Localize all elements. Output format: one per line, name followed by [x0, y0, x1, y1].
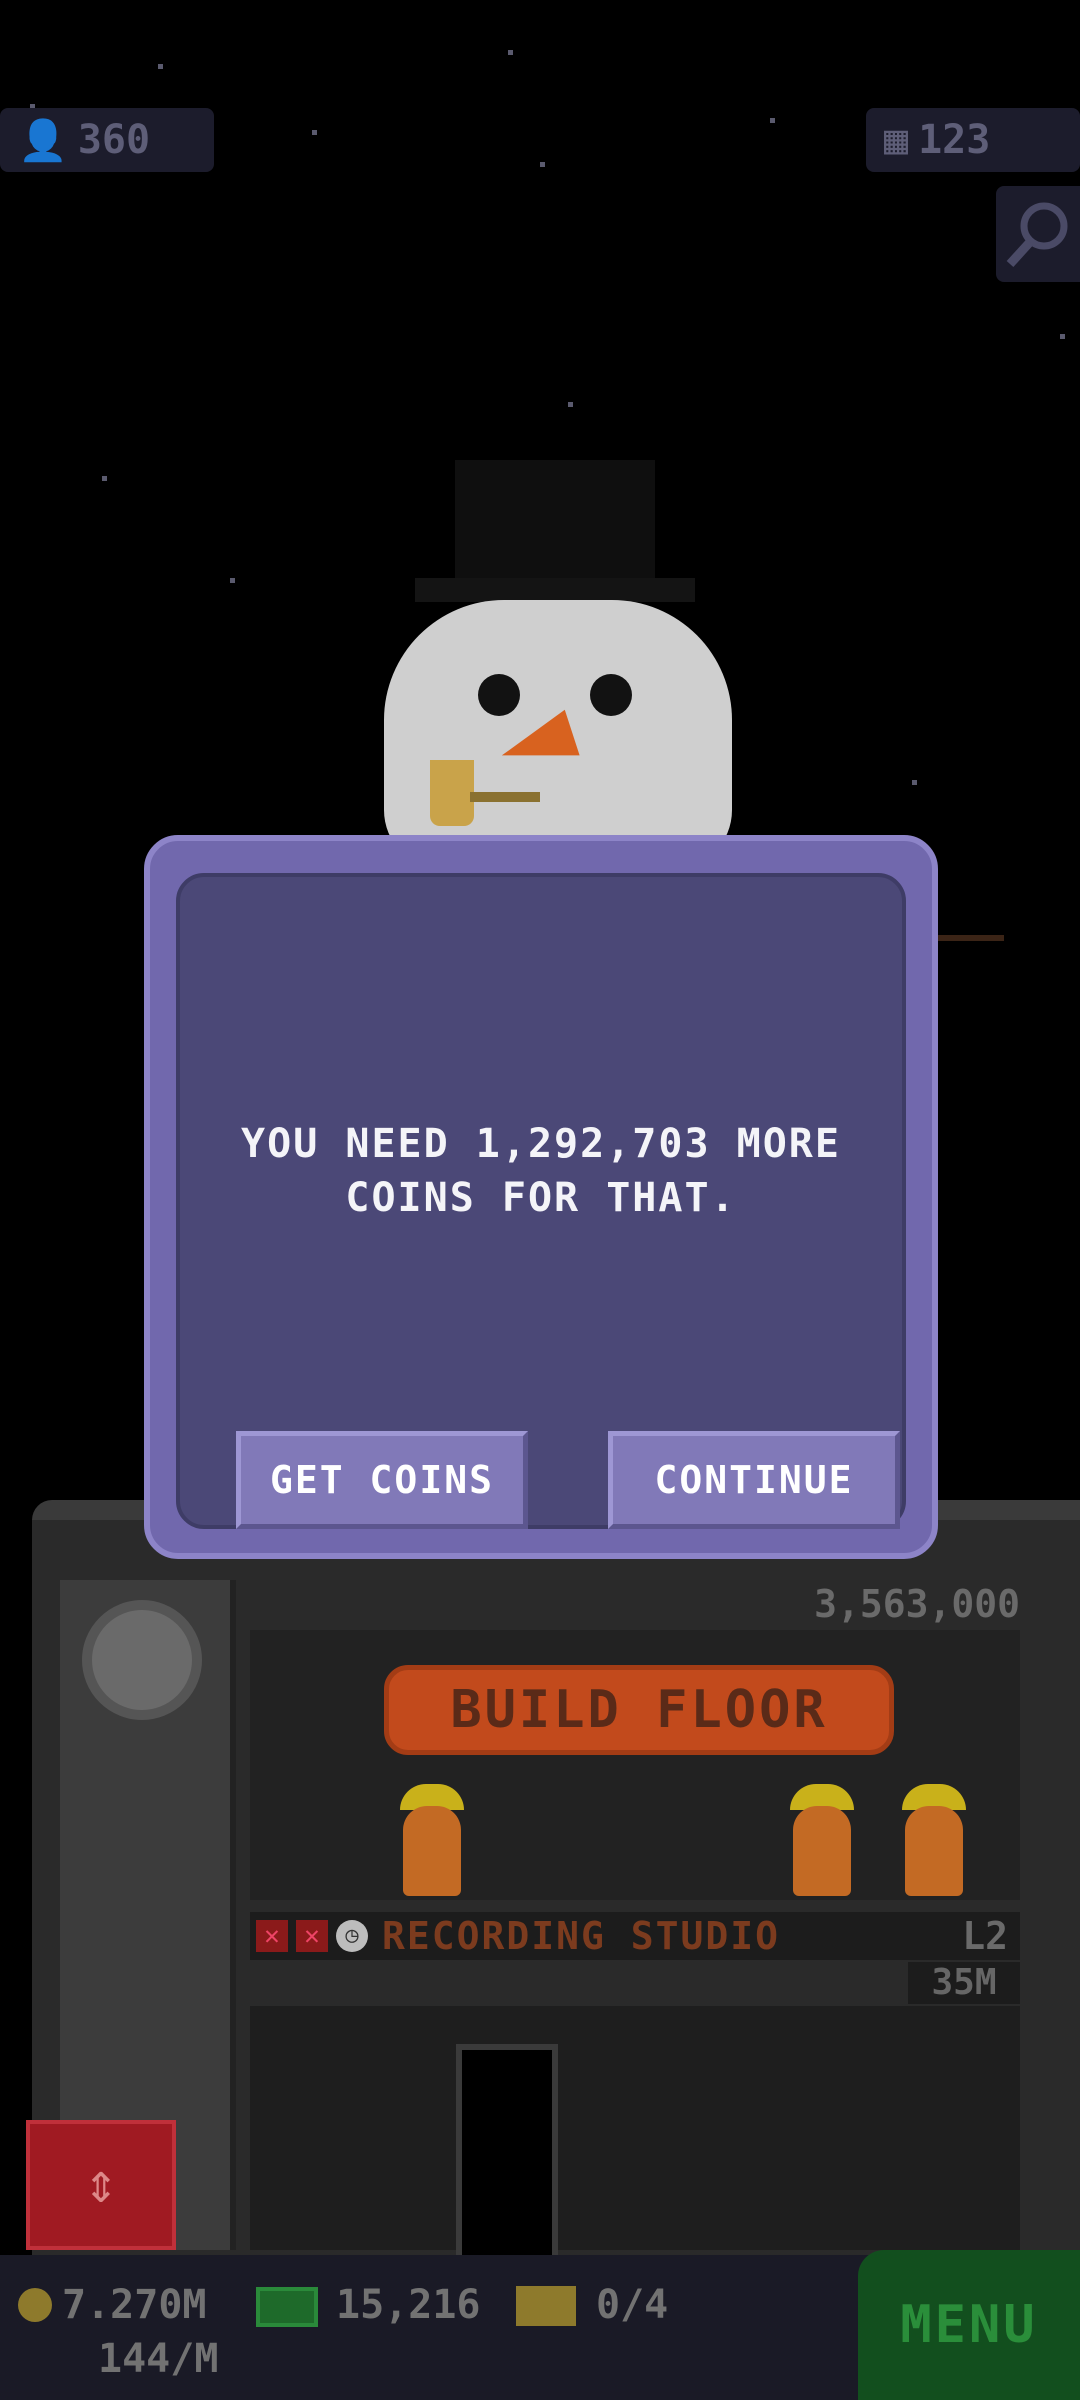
not-enough-coins-dialog: YOU NEED 1,292,703 MORE COINS FOR THAT. … — [144, 835, 938, 1559]
floors-value: 123 — [918, 117, 991, 163]
ticket-icon — [516, 2286, 576, 2326]
population-icon: 👤 — [18, 117, 68, 164]
worker — [403, 1806, 461, 1896]
star — [102, 476, 107, 481]
menu-button[interactable]: MENU — [858, 2250, 1080, 2400]
star — [312, 130, 317, 135]
elevator-arrows-icon: ⇕ — [84, 2151, 118, 2216]
studio-door — [456, 2044, 558, 2262]
worker — [905, 1806, 963, 1896]
search-zoom-icon — [1006, 202, 1068, 268]
worker — [793, 1806, 851, 1896]
snowman-hat-brim — [415, 578, 695, 602]
studio-level: L2 — [962, 1914, 1008, 1958]
elevator-button[interactable]: ⇕ — [26, 2120, 176, 2250]
snowman-pipe-stem — [470, 792, 540, 802]
star — [158, 64, 163, 69]
closed-x-icon: ✕ — [296, 1920, 328, 1952]
star — [508, 50, 513, 55]
star — [912, 780, 917, 785]
snowman-pipe — [430, 760, 474, 826]
bux-icon — [256, 2287, 318, 2327]
bux-value[interactable]: 15,216 — [336, 2282, 481, 2328]
population-counter[interactable]: 👤 360 — [0, 108, 214, 172]
dialog-message: YOU NEED 1,292,703 MORE COINS FOR THAT. — [241, 1121, 841, 1221]
floors-counter[interactable]: ▦ 123 — [866, 108, 1080, 172]
coins-rate: 144/M — [98, 2336, 219, 2382]
snowman-left-eye — [478, 674, 520, 716]
zoom-button[interactable] — [996, 186, 1080, 282]
studio-income: 35M — [908, 1962, 1020, 2004]
clock-icon: ◷ — [336, 1920, 368, 1952]
build-floor-button[interactable]: BUILD FLOOR — [384, 1665, 894, 1755]
star — [230, 578, 235, 583]
snowman-hat — [455, 460, 655, 590]
star — [770, 118, 775, 123]
elevator-wheel — [82, 1600, 202, 1720]
population-value: 360 — [77, 117, 151, 163]
recording-studio-room[interactable] — [250, 2006, 1020, 2250]
floors-icon: ▦ — [884, 117, 909, 163]
coin-icon — [18, 2288, 52, 2322]
star — [1060, 334, 1065, 339]
tickets-value[interactable]: 0/4 — [596, 2282, 668, 2328]
snowman-right-eye — [590, 674, 632, 716]
closed-x-icon: ✕ — [256, 1920, 288, 1952]
dialog-panel: YOU NEED 1,292,703 MORE COINS FOR THAT. … — [176, 873, 906, 1529]
star — [540, 162, 545, 167]
continue-button[interactable]: CONTINUE — [608, 1431, 900, 1529]
star — [568, 402, 573, 407]
build-floor-price: 3,563,000 — [814, 1582, 1020, 1626]
recording-studio-header[interactable]: ✕ ✕ ◷ RECORDING STUDIO L2 — [250, 1912, 1020, 1960]
get-coins-button[interactable]: GET COINS — [236, 1431, 528, 1529]
coins-value[interactable]: 7.270M — [62, 2282, 207, 2328]
studio-name: RECORDING STUDIO — [382, 1914, 781, 1958]
